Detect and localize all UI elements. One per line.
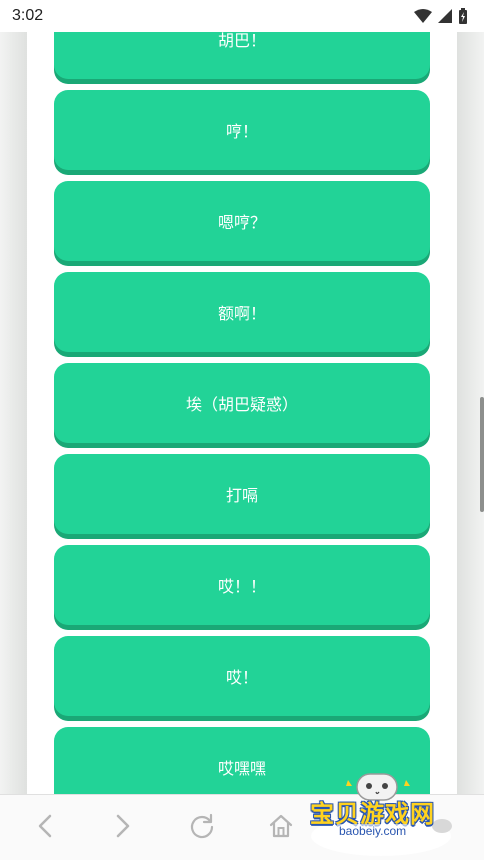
back-arrow-icon bbox=[37, 814, 53, 842]
forward-arrow-icon bbox=[115, 814, 131, 842]
content-panel: 胡巴！ 哼！ 嗯哼？ 额啊！ 埃（胡巴疑惑） 打嗝 哎！！ 哎！ 哎嘿嘿 bbox=[27, 32, 457, 794]
wifi-icon bbox=[414, 9, 432, 23]
forward-button[interactable] bbox=[108, 813, 138, 843]
watermark-url: baobeiy.com bbox=[336, 824, 410, 838]
web-page: 胡巴！ 哼！ 嗯哼？ 额啊！ 埃（胡巴疑惑） 打嗝 哎！！ 哎！ 哎嘿嘿 bbox=[0, 32, 484, 794]
sound-button[interactable]: 打嗝 bbox=[54, 454, 430, 534]
sound-button[interactable]: 哼！ bbox=[54, 90, 430, 170]
status-bar: 3:02 bbox=[0, 0, 484, 32]
cell-signal-icon bbox=[438, 9, 452, 23]
sound-button[interactable]: 埃（胡巴疑惑） bbox=[54, 363, 430, 443]
sound-button[interactable]: 哎！！ bbox=[54, 545, 430, 625]
status-time: 3:02 bbox=[12, 7, 44, 24]
home-button[interactable] bbox=[266, 813, 296, 843]
watermark: 宝贝游戏网 baobeiy.com bbox=[302, 764, 460, 858]
home-icon bbox=[268, 813, 294, 843]
battery-charging-icon bbox=[458, 8, 468, 24]
sound-button-list: 胡巴！ 哼！ 嗯哼？ 额啊！ 埃（胡巴疑惑） 打嗝 哎！！ 哎！ 哎嘿嘿 bbox=[54, 32, 430, 794]
scrollbar-thumb[interactable] bbox=[480, 397, 484, 512]
sound-button[interactable]: 嗯哼？ bbox=[54, 181, 430, 261]
sound-button[interactable]: 哎！ bbox=[54, 636, 430, 716]
page-margin-left bbox=[0, 32, 27, 794]
status-icons bbox=[414, 8, 468, 24]
reload-button[interactable] bbox=[187, 813, 217, 843]
sound-button[interactable]: 额啊！ bbox=[54, 272, 430, 352]
sound-button[interactable]: 胡巴！ bbox=[54, 32, 430, 79]
reload-icon bbox=[189, 813, 215, 843]
back-button[interactable] bbox=[30, 813, 60, 843]
